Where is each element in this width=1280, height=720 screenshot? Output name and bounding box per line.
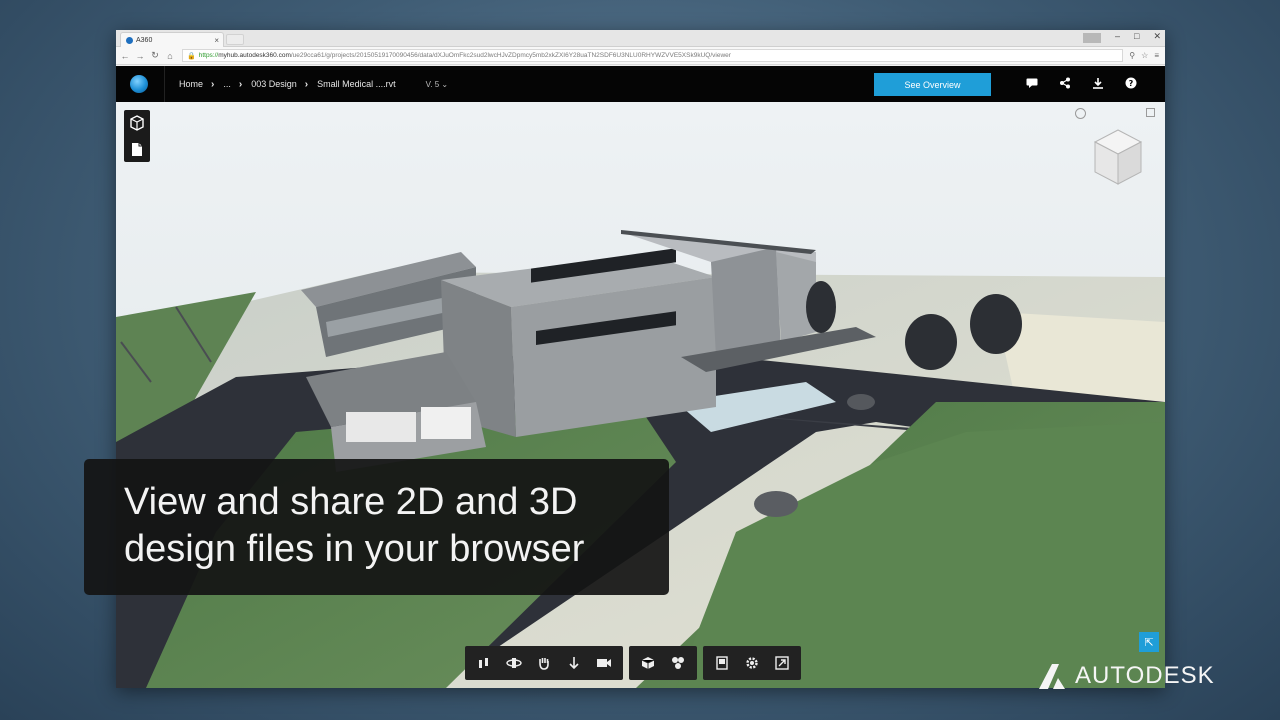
sheets-icon[interactable] xyxy=(124,136,150,162)
maximize-icon[interactable]: □ xyxy=(1134,31,1139,43)
home-icon[interactable]: ⌂ xyxy=(164,51,176,61)
header-actions: ? xyxy=(1025,76,1137,89)
caption-line-1: View and share 2D and 3D xyxy=(124,481,578,523)
chevron-right-icon: › xyxy=(238,78,243,90)
minimize-icon[interactable]: – xyxy=(1115,31,1120,43)
svg-text:?: ? xyxy=(1128,79,1133,88)
browser-tab[interactable]: A360 × xyxy=(120,32,224,47)
pan-icon[interactable] xyxy=(529,648,559,678)
caption-overlay: View and share 2D and 3D design files in… xyxy=(84,459,669,595)
breadcrumb-folder[interactable]: 003 Design xyxy=(251,79,297,89)
zoom-icon[interactable] xyxy=(559,648,589,678)
app-header: Home › ... › 003 Design › Small Medical … xyxy=(116,66,1165,102)
autodesk-mark-icon xyxy=(1039,664,1065,689)
address-bar: ← → ↻ ⌂ 🔒 https:// myhub.autodesk360.com… xyxy=(116,47,1165,65)
viewcube-menu-icon[interactable] xyxy=(1146,108,1155,117)
settings-tools xyxy=(703,646,801,680)
caption-line-2: design files in your browser xyxy=(124,528,585,570)
close-window-icon[interactable]: ✕ xyxy=(1153,31,1161,43)
tab-close-icon[interactable]: × xyxy=(214,36,219,45)
breadcrumb-home[interactable]: Home xyxy=(179,79,203,89)
autodesk-logo: AUTODESK xyxy=(1037,662,1215,690)
lock-icon: 🔒 xyxy=(187,52,196,60)
profile-chip[interactable] xyxy=(1083,33,1101,43)
chevron-right-icon: › xyxy=(304,78,309,90)
section-icon[interactable] xyxy=(663,648,693,678)
forward-icon[interactable]: → xyxy=(134,51,146,61)
tab-title: A360 xyxy=(136,36,153,44)
star-icon[interactable]: ☆ xyxy=(1141,51,1148,60)
viewcube-controls xyxy=(1075,108,1155,119)
viewer-toolbar xyxy=(465,646,801,680)
model-viewer[interactable]: ⇱ xyxy=(116,102,1165,688)
window-controls: – □ ✕ xyxy=(1083,31,1161,43)
viewcube-icon[interactable] xyxy=(1093,128,1143,188)
url-input[interactable]: 🔒 https:// myhub.autodesk360.com /ue29cc… xyxy=(182,49,1124,62)
favicon-icon xyxy=(126,36,133,44)
brand-name: AUTODESK xyxy=(1075,662,1215,689)
a360-logo-icon[interactable] xyxy=(130,75,148,93)
walk-icon[interactable] xyxy=(469,648,499,678)
back-icon[interactable]: ← xyxy=(119,51,131,61)
model-tools xyxy=(629,646,697,680)
new-tab-button[interactable] xyxy=(226,34,244,45)
navigation-tools xyxy=(465,646,623,680)
model-browser-icon[interactable] xyxy=(124,110,150,136)
chevron-right-icon: › xyxy=(211,78,215,90)
share-icon[interactable] xyxy=(1058,76,1071,89)
fullscreen-icon[interactable] xyxy=(767,648,797,678)
breadcrumb: Home › ... › 003 Design › Small Medical … xyxy=(179,79,396,90)
reload-icon[interactable]: ↻ xyxy=(149,50,161,61)
tab-bar: A360 × – □ ✕ xyxy=(116,30,1165,47)
address-actions: ⚲ ☆ ≡ xyxy=(1129,51,1159,60)
properties-icon[interactable] xyxy=(707,648,737,678)
search-icon[interactable]: ⚲ xyxy=(1129,51,1135,60)
breadcrumb-file[interactable]: Small Medical ....rvt xyxy=(317,79,396,89)
see-overview-button[interactable]: See Overview xyxy=(874,73,991,96)
orbit-icon[interactable] xyxy=(499,648,529,678)
divider xyxy=(164,66,165,102)
side-toolbar xyxy=(124,110,150,162)
breadcrumb-ellipsis[interactable]: ... xyxy=(223,79,231,89)
gear-icon[interactable] xyxy=(737,648,767,678)
expand-panel-icon[interactable]: ⇱ xyxy=(1139,632,1159,652)
help-icon[interactable]: ? xyxy=(1124,76,1137,89)
home-view-icon[interactable] xyxy=(1075,108,1086,119)
version-dropdown[interactable]: V. 5 ⌄ xyxy=(426,80,448,89)
menu-icon[interactable]: ≡ xyxy=(1154,51,1159,60)
download-icon[interactable] xyxy=(1091,76,1104,89)
comment-icon[interactable] xyxy=(1025,76,1038,89)
3d-building-scene[interactable] xyxy=(116,102,1165,688)
camera-icon[interactable] xyxy=(589,648,619,678)
explode-icon[interactable] xyxy=(633,648,663,678)
